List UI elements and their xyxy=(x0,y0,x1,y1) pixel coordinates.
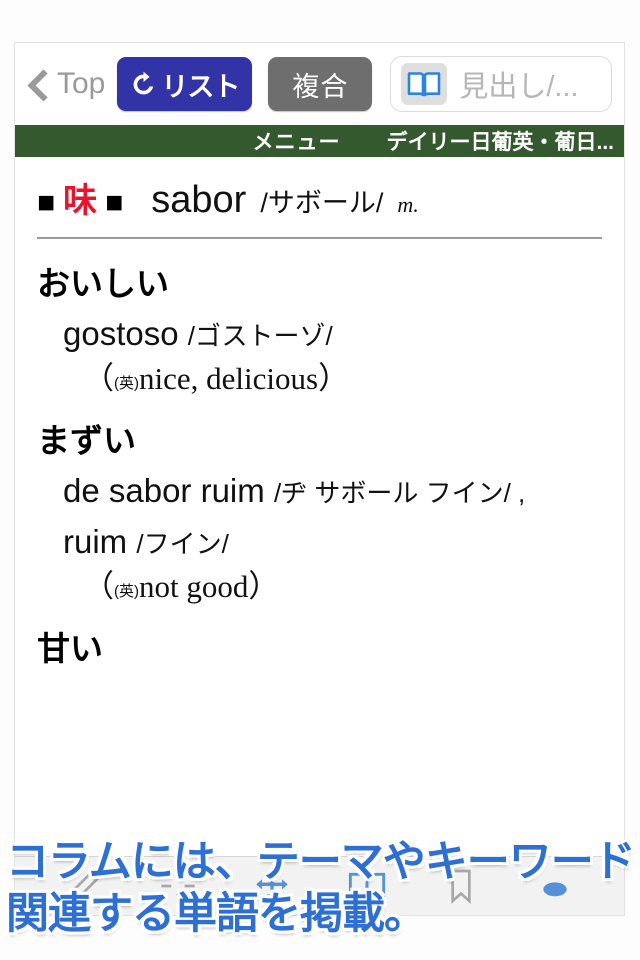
search-dictionary-chip[interactable] xyxy=(401,63,448,105)
bottom-toolbar xyxy=(15,856,624,915)
sense-english-gloss: （(英)nice, delicious） xyxy=(83,360,350,396)
list-button[interactable]: リスト xyxy=(117,57,253,111)
composite-button[interactable]: 複合 xyxy=(268,57,373,111)
headword-portuguese: sabor xyxy=(151,179,247,221)
sense-portuguese-alt: ruim xyxy=(63,522,128,560)
search-input[interactable]: 見出し/... xyxy=(390,56,612,112)
top-toolbar: Top リスト 複合 見出し/... xyxy=(15,43,624,125)
sense-reading: /ゴストーゾ/ xyxy=(187,320,333,351)
gloss-text: nice, delicious xyxy=(139,360,319,396)
sense-block: おいしい gostoso /ゴストーゾ/ （(英)nice, delicious… xyxy=(37,265,602,396)
search-placeholder-text: 見出し/... xyxy=(459,71,579,103)
app-window: Top リスト 複合 見出し/... メニュー デイリー日葡英・葡日... ■ … xyxy=(14,42,625,916)
sense-english-gloss: （(英)not good） xyxy=(83,568,280,604)
eye-icon[interactable] xyxy=(535,866,575,906)
bookmark-icon[interactable] xyxy=(441,866,481,906)
headword-marker-right: ■ xyxy=(105,186,124,219)
dictionary-entry-content[interactable]: ■ 味 ■ sabor /サボール/ m. おいしい gostoso /ゴストー… xyxy=(15,157,624,858)
sense-portuguese: gostoso xyxy=(63,314,179,352)
menu-label[interactable]: メニュー xyxy=(252,126,340,156)
move-arrows-icon[interactable] xyxy=(252,866,292,906)
headword-grammar-tag: m. xyxy=(397,192,419,217)
composite-button-label: 複合 xyxy=(292,71,349,102)
headword-divider xyxy=(37,237,602,239)
gloss-text: not good xyxy=(139,568,249,604)
sparkle-icon[interactable] xyxy=(158,866,198,906)
sense-reading: /ヂ サボール フイン/ , xyxy=(273,477,526,508)
chevron-left-icon xyxy=(27,67,49,101)
sense-japanese-term: まずい xyxy=(37,421,136,459)
headword-marker-left: ■ xyxy=(37,186,56,219)
sense-portuguese-line: de sabor ruim /ヂ サボール フイン/ , xyxy=(37,472,602,511)
back-button[interactable]: Top xyxy=(27,67,105,101)
headword-reading: /サボール/ xyxy=(260,188,384,218)
headword-kanji: 味 xyxy=(63,182,98,220)
pencil-icon[interactable] xyxy=(64,866,104,906)
dictionary-menu-bar: メニュー デイリー日葡英・葡日... xyxy=(15,125,624,157)
list-button-label: リスト xyxy=(161,71,240,102)
back-button-label: Top xyxy=(57,67,106,100)
open-book-icon xyxy=(408,72,441,97)
refresh-arrow-icon xyxy=(133,71,154,94)
dictionary-name-label[interactable]: デイリー日葡英・葡日... xyxy=(386,126,614,156)
sense-reading-alt: /フイン/ xyxy=(136,528,229,559)
sense-block: まずい de sabor ruim /ヂ サボール フイン/ , ruim /フ… xyxy=(37,422,602,604)
gloss-language-mark: (英) xyxy=(114,374,139,392)
headword-line: ■ 味 ■ sabor /サボール/ m. xyxy=(37,157,602,219)
screen-root: Top リスト 複合 見出し/... メニュー デイリー日葡英・葡日... ■ … xyxy=(0,0,640,960)
sense-japanese-term: おいしい xyxy=(37,265,169,302)
sense-portuguese: de sabor ruim xyxy=(63,471,265,509)
sense-block: 甘い xyxy=(37,630,602,668)
gloss-language-mark: (英) xyxy=(114,582,139,600)
sense-portuguese-line: gostoso /ゴストーゾ/ xyxy=(37,315,602,354)
book-icon[interactable] xyxy=(347,866,387,906)
sense-portuguese-line-alt: ruim /フイン/ xyxy=(37,523,602,562)
sense-japanese-term: 甘い xyxy=(37,629,103,667)
